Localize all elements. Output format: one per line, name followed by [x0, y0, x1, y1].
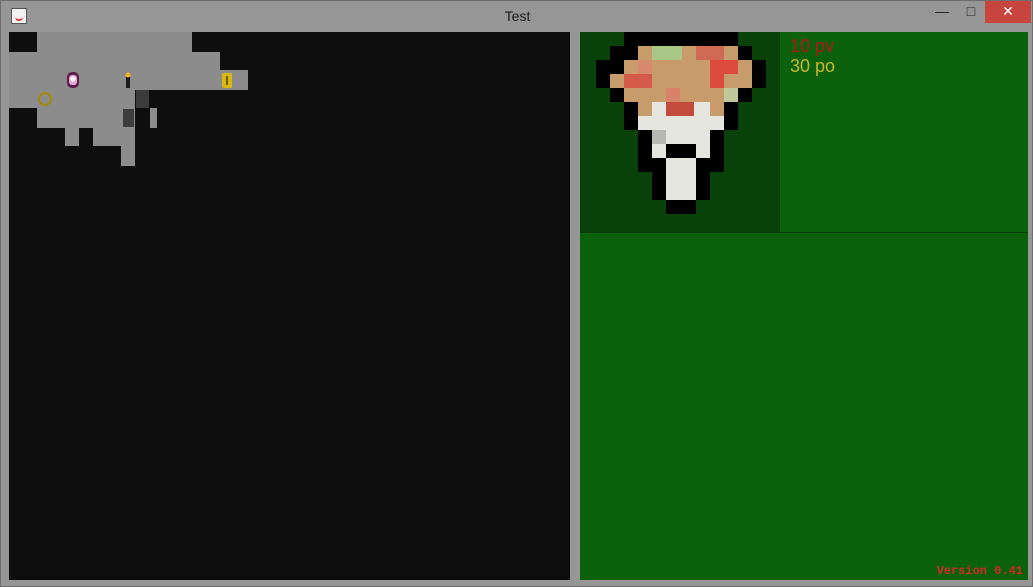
- princess-icon[interactable]: [67, 72, 79, 88]
- app-window: Test — □ ✕ 10 pv 30 po Version 0.41: [0, 0, 1033, 587]
- hp-label: 10 pv: [790, 36, 835, 56]
- rock-icon: [123, 109, 134, 127]
- maximize-button[interactable]: □: [957, 1, 985, 23]
- explored-floor: [9, 32, 248, 166]
- minimize-button[interactable]: —: [929, 1, 955, 23]
- coin-icon[interactable]: [222, 73, 232, 88]
- status-panel: 10 pv 30 po Version 0.41: [580, 32, 1028, 580]
- split-divider[interactable]: [570, 32, 580, 580]
- window-title: Test: [504, 8, 531, 24]
- gold-label: 30 po: [790, 56, 836, 76]
- mushroom-character-icon: [596, 32, 766, 214]
- character-portrait: [580, 32, 780, 232]
- dungeon-map[interactable]: [9, 32, 570, 580]
- version-label: Version 0.41: [936, 564, 1023, 578]
- panel-divider: [580, 232, 1028, 233]
- map-canvas[interactable]: [9, 32, 570, 580]
- rock-icon: [136, 90, 149, 108]
- title-bar[interactable]: Test — □ ✕: [1, 1, 1032, 32]
- close-button[interactable]: ✕: [985, 1, 1031, 23]
- torch-icon[interactable]: [125, 72, 131, 89]
